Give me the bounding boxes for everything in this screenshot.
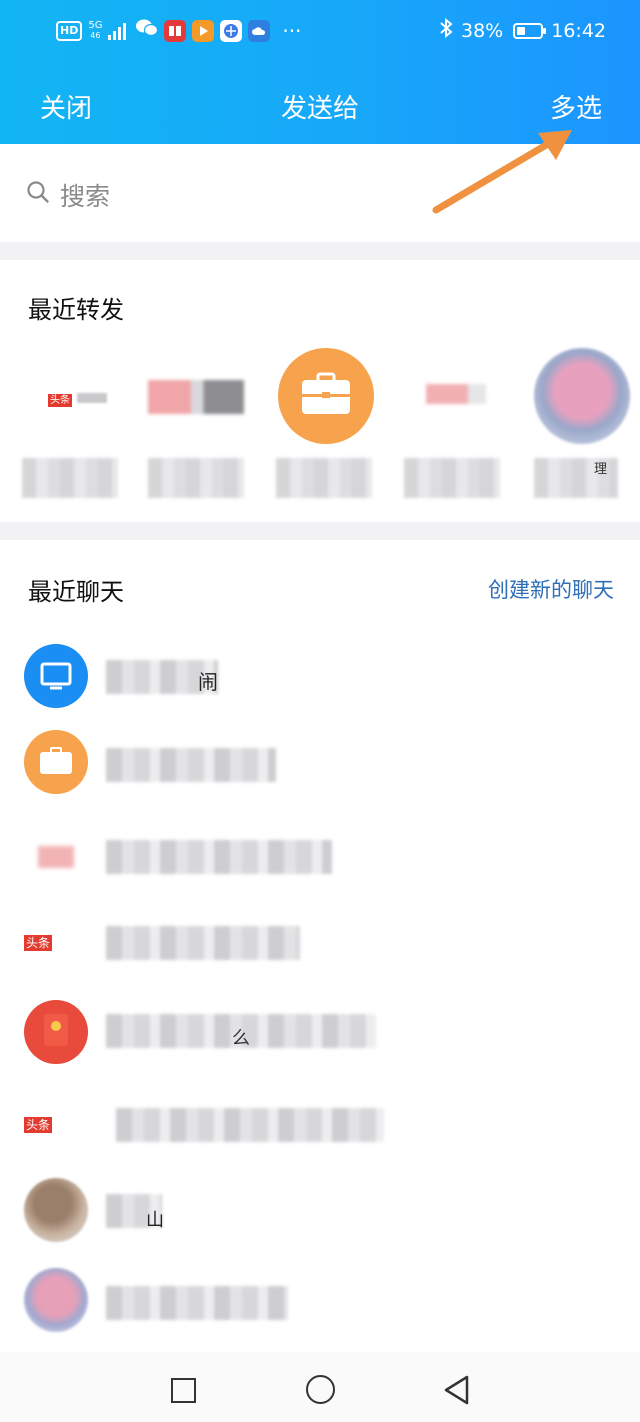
forward-name-blurred <box>22 458 118 498</box>
section-divider <box>0 242 640 260</box>
battery-percent: 38% <box>461 19 504 42</box>
chat-avatar-blurred <box>38 846 74 868</box>
chat-name-blurred <box>106 1286 288 1320</box>
multi-select-button[interactable]: 多选 <box>550 88 602 125</box>
character-avatar <box>24 1268 88 1332</box>
chat-name-blurred <box>116 1108 384 1142</box>
monitor-icon <box>40 662 72 690</box>
hd-badge: HD <box>56 20 83 41</box>
chat-name-fragment: 么 <box>232 1028 250 1049</box>
chat-row[interactable]: 闹 <box>0 636 640 722</box>
red-envelope-icon <box>44 1014 68 1046</box>
browser-app-icon <box>220 19 243 42</box>
search-input[interactable]: 搜索 <box>60 177 110 213</box>
annotation-arrow <box>432 130 572 214</box>
bluetooth-icon <box>439 17 453 43</box>
toutiao-logo-text: 头条 <box>48 394 72 407</box>
forward-name-blurred <box>276 458 372 498</box>
toutiao-logo-text: 头条 <box>24 1117 53 1133</box>
more-notifications: ··· <box>282 18 302 43</box>
chat-row[interactable] <box>0 722 640 808</box>
status-bar: HD 5G 46 ··· 38% 16:42 <box>0 0 640 64</box>
search-icon <box>27 181 49 203</box>
recent-forward-title: 最近转发 <box>28 296 124 324</box>
book-app-icon <box>164 19 187 42</box>
red-envelope-avatar <box>24 1000 88 1064</box>
character-avatar <box>534 348 630 444</box>
recent-forward-item[interactable] <box>276 346 376 498</box>
signal-icon <box>108 22 127 40</box>
chat-row[interactable] <box>0 1252 640 1338</box>
briefcase-icon <box>302 372 350 414</box>
wechat-icon <box>136 18 159 43</box>
toutiao-logo-text: 头条 <box>24 935 53 951</box>
network-sub: 46 <box>90 30 101 40</box>
briefcase-icon <box>40 747 72 774</box>
forward-name-blurred <box>148 458 244 498</box>
back-button[interactable] <box>442 1374 470 1406</box>
forward-name-fragment: 理 <box>594 462 608 477</box>
forward-avatar-blurred <box>148 380 244 414</box>
cloud-app-icon <box>248 19 271 42</box>
page-title: 发送给 <box>280 94 359 124</box>
chat-row[interactable]: 头条 <box>0 894 640 980</box>
create-new-chat-link[interactable]: 创建新的聊天 <box>488 574 614 604</box>
chat-name-fragment: 山 <box>146 1210 164 1231</box>
toutiao-avatar: 头条 <box>24 932 94 952</box>
status-left: HD 5G 46 ··· <box>56 18 301 43</box>
chat-name-blurred <box>106 840 332 874</box>
toutiao-logo: 头条 <box>48 388 108 407</box>
network-type: 5G 46 <box>88 19 103 41</box>
battery-icon <box>513 22 547 39</box>
recent-apps-button[interactable] <box>171 1378 196 1403</box>
chat-row[interactable]: 头条 <box>0 1080 640 1166</box>
forward-avatar-blurred <box>426 384 486 404</box>
network-label: 5G <box>88 19 103 31</box>
chat-row[interactable]: 山 <box>0 1166 640 1252</box>
briefcase-avatar <box>24 730 88 794</box>
recent-forward-item[interactable] <box>148 346 248 498</box>
battery-fill <box>517 26 526 35</box>
home-button[interactable] <box>306 1375 335 1404</box>
section-divider <box>0 522 640 540</box>
toutiao-avatar: 头条 <box>24 1114 94 1134</box>
chat-row[interactable]: 么 <box>0 980 640 1080</box>
chat-name-fragment: 闹 <box>198 670 218 694</box>
photo-avatar <box>24 1178 88 1242</box>
screen-avatar <box>24 644 88 708</box>
chat-name-blurred <box>106 926 300 960</box>
chat-row[interactable] <box>0 808 640 894</box>
recent-forward-item[interactable]: 理 <box>532 346 632 498</box>
forward-name-blurred <box>404 458 500 498</box>
chat-name-blurred <box>106 748 276 782</box>
system-nav-bar <box>0 1352 640 1422</box>
recent-forward-item[interactable] <box>404 346 504 498</box>
recent-forward-item[interactable]: 头条 <box>20 346 120 498</box>
briefcase-avatar <box>278 348 374 444</box>
status-right: 38% 16:42 <box>439 17 606 43</box>
video-app-icon <box>192 19 215 42</box>
clock: 16:42 <box>551 19 606 42</box>
recent-chats-title: 最近聊天 <box>28 578 124 606</box>
